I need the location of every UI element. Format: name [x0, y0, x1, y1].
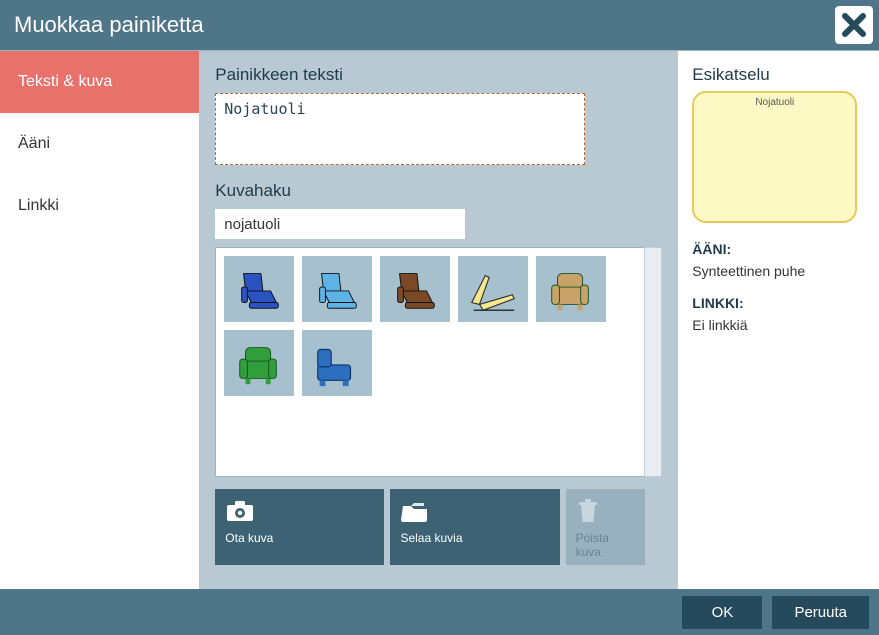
right-panel: Esikatselu Nojatuoli ÄÄNI: Synteettinen …: [678, 51, 879, 589]
sound-heading: ÄÄNI:: [692, 241, 865, 257]
sound-value: Synteettinen puhe: [692, 263, 865, 279]
delete-image-button: Poista kuva: [566, 489, 646, 565]
browse-images-label: Selaa kuvia: [400, 531, 549, 545]
cancel-button[interactable]: Peruuta: [772, 596, 869, 629]
image-result-armchair-green[interactable]: [224, 330, 294, 396]
image-actions: Ota kuva Selaa kuvia: [215, 489, 645, 565]
preview-text: Nojatuoli: [755, 97, 794, 108]
camera-icon: [225, 497, 374, 525]
link-value: Ei linkkiä: [692, 317, 865, 333]
delete-image-label: Poista kuva: [576, 531, 636, 559]
button-text-label: Painikkeen teksti: [215, 65, 662, 85]
tab-link[interactable]: Linkki: [0, 175, 199, 237]
tab-text-image[interactable]: Teksti & kuva: [0, 51, 199, 113]
footer: OK Peruuta: [0, 589, 879, 635]
image-results: [215, 247, 645, 477]
main-panel: Painikkeen teksti Kuvahaku: [199, 51, 678, 589]
trash-icon: [576, 497, 636, 525]
image-search-label: Kuvahaku: [215, 181, 662, 201]
link-heading: LINKKI:: [692, 295, 865, 311]
take-photo-label: Ota kuva: [225, 531, 374, 545]
results-scrollbar[interactable]: [644, 247, 662, 477]
image-result-recliner-brown[interactable]: [380, 256, 450, 322]
folder-icon: [400, 497, 549, 525]
close-button[interactable]: [835, 6, 873, 44]
image-result-lounger-yellow[interactable]: [458, 256, 528, 322]
image-result-armchair-tan[interactable]: [536, 256, 606, 322]
button-text-input[interactable]: [215, 93, 585, 165]
dialog-title: Muokkaa painiketta: [14, 12, 204, 38]
image-result-chaise-blue[interactable]: [302, 330, 372, 396]
content-area: Teksti & kuva Ääni Linkki Painikkeen tek…: [0, 50, 879, 589]
take-photo-button[interactable]: Ota kuva: [215, 489, 384, 565]
dialog: Muokkaa painiketta Teksti & kuva Ääni Li…: [0, 0, 879, 635]
preview-label: Esikatselu: [692, 65, 865, 85]
ok-button[interactable]: OK: [682, 596, 762, 629]
image-result-recliner-lightblue[interactable]: [302, 256, 372, 322]
tab-sound[interactable]: Ääni: [0, 113, 199, 175]
image-result-recliner-blue[interactable]: [224, 256, 294, 322]
sidebar: Teksti & kuva Ääni Linkki: [0, 51, 199, 589]
preview-box: Nojatuoli: [692, 91, 857, 223]
image-search-input[interactable]: [215, 209, 465, 239]
titlebar: Muokkaa painiketta: [0, 0, 879, 50]
browse-images-button[interactable]: Selaa kuvia: [390, 489, 559, 565]
close-icon: [840, 11, 868, 39]
